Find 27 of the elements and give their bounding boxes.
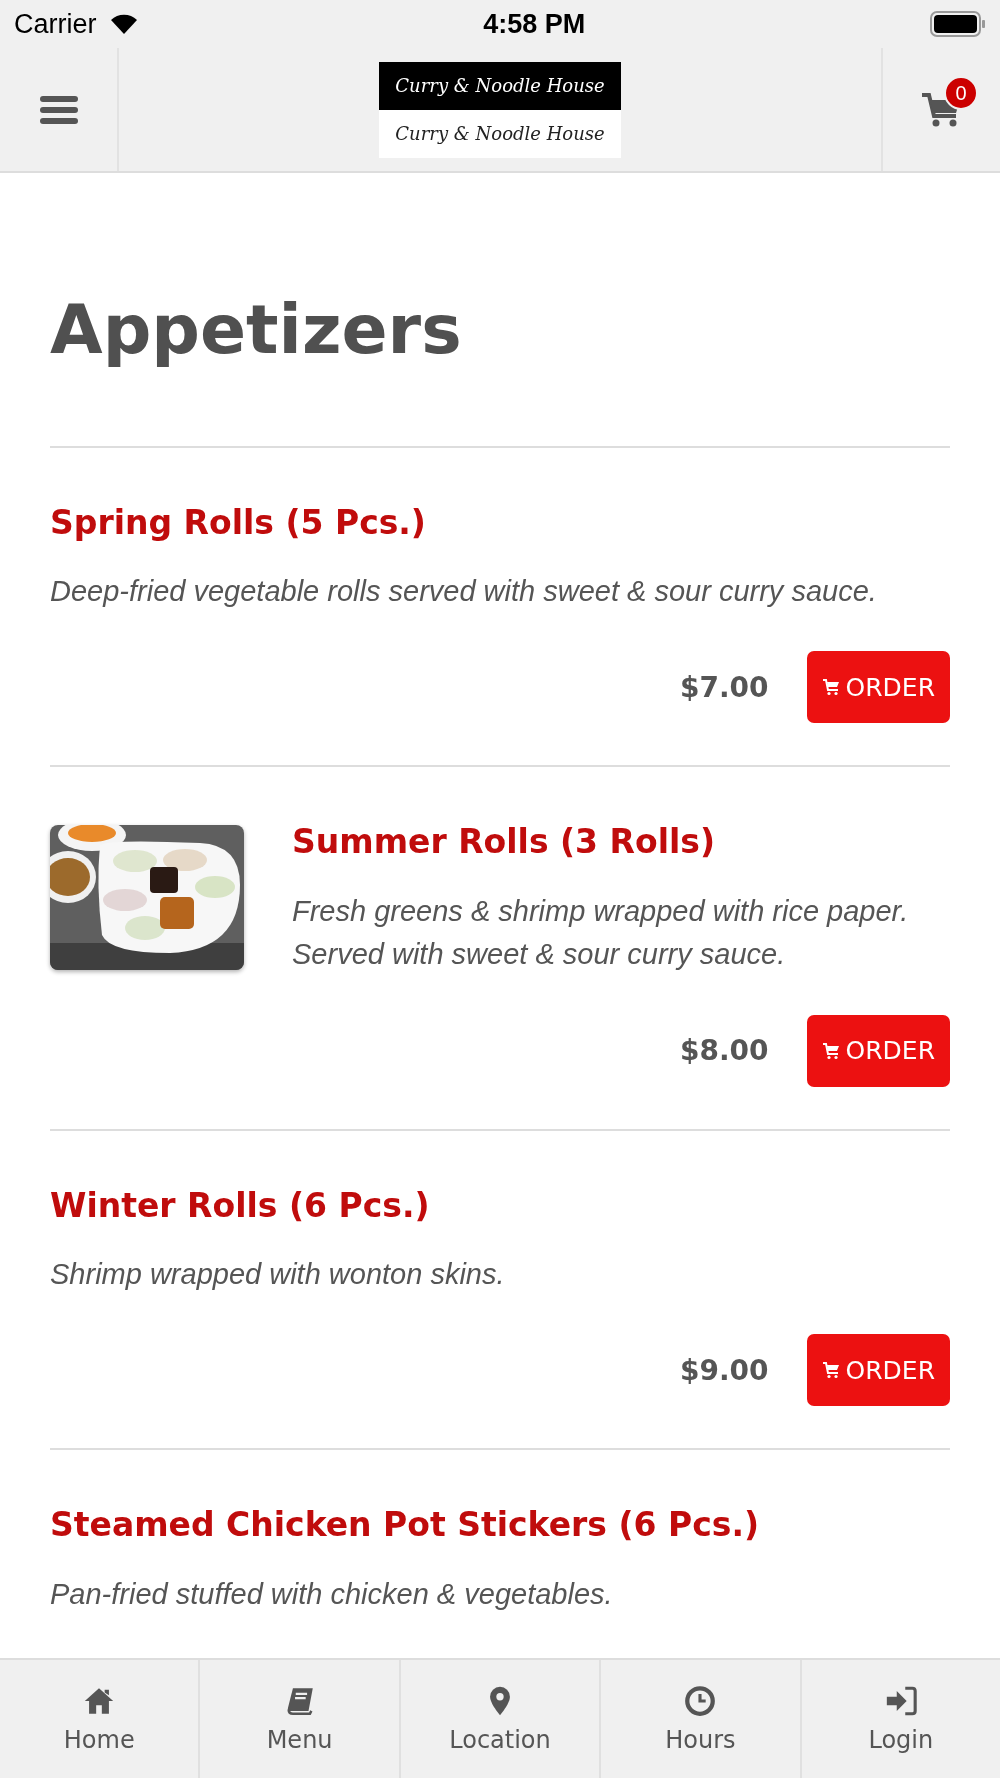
clock-time: 4:58 PM: [483, 8, 586, 40]
item-price: $7.00: [679, 671, 769, 704]
order-button[interactable]: ORDER: [806, 1014, 950, 1087]
item-description: Shrimp wrapped with wonton skins.: [50, 1256, 506, 1292]
item-name[interactable]: Summer Rolls (3 Rolls): [292, 819, 950, 866]
logo[interactable]: Curry & Noodle House: [379, 109, 621, 158]
cart-icon: [821, 1041, 840, 1060]
wifi-icon: [108, 13, 139, 35]
order-button[interactable]: ORDER: [806, 651, 950, 724]
logo[interactable]: Curry & Noodle House: [379, 61, 621, 110]
cart-count-badge: 0: [944, 76, 978, 110]
item-name[interactable]: Steamed Chicken Pot Stickers (6 Pcs.): [50, 1502, 950, 1549]
item-name[interactable]: Spring Rolls (5 Pcs.): [50, 499, 950, 546]
item-name[interactable]: Winter Rolls (6 Pcs.): [50, 1182, 950, 1229]
item-price: $9.00: [679, 1353, 769, 1387]
menu-icon: [39, 93, 78, 126]
clock-icon: [683, 1684, 718, 1718]
item-description: Deep-fried vegetable rolls served with sweet & sour curry sauce.: [50, 574, 878, 609]
item-price: $8.00: [679, 1034, 769, 1068]
item-description: Fresh greens & shrimp wrapped with rice paper. Served with sweet & sour curry sauce.: [292, 893, 910, 973]
battery-icon: [930, 11, 986, 37]
section-title: Appetizers: [50, 173, 950, 448]
item-description: Pan-fried stuffed with chicken & vegetables.: [50, 1576, 614, 1612]
order-button[interactable]: ORDER: [806, 1334, 950, 1407]
cart-icon: [821, 1361, 840, 1380]
carrier-name: Carrier: [14, 8, 97, 40]
cart-icon: [821, 678, 840, 697]
